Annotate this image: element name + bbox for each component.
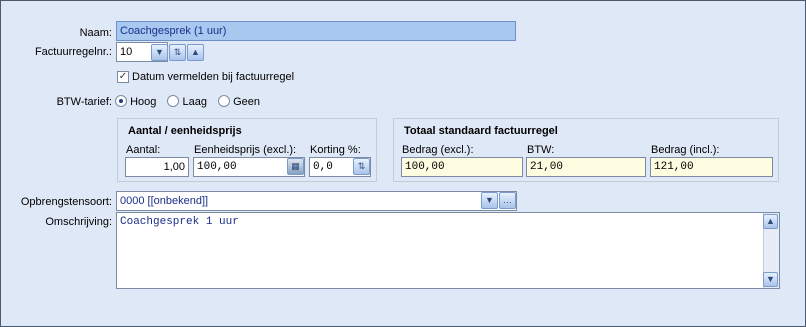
btw-amount-field: 21,00	[526, 157, 646, 177]
btw-tarief-label: BTW-tarief:	[56, 96, 112, 108]
calculator-icon: ▦	[291, 161, 300, 171]
checkmark-icon: ✓	[118, 71, 128, 82]
chevron-down-icon: ▼	[155, 47, 164, 57]
ellipsis-icon: …	[503, 195, 512, 205]
omschrijving-label: Omschrijving:	[45, 216, 112, 228]
scroll-down-button[interactable]: ▼	[763, 272, 778, 287]
scroll-up-button[interactable]: ▲	[763, 214, 778, 229]
korting-label: Korting %:	[310, 144, 361, 156]
chevron-down-icon: ▼	[485, 195, 494, 205]
bedrag-incl-field: 121,00	[650, 157, 773, 177]
radio-icon	[167, 95, 180, 107]
eenheidsprijs-label: Eenheidsprijs (excl.):	[194, 144, 297, 156]
spin-arrows-icon: ⇅	[357, 161, 366, 171]
btw-option-laag[interactable]: Laag	[167, 95, 207, 108]
datum-checkbox[interactable]: ✓	[117, 71, 129, 83]
aantal-label: Aantal:	[126, 144, 161, 156]
btw-option-geen-label: Geen	[233, 96, 261, 108]
scroll-down-icon: ▼	[766, 274, 775, 284]
factuurregelnr-label: Factuurregelnr.:	[34, 46, 112, 58]
opbrengstensoort-label: Opbrengstensoort:	[20, 196, 112, 208]
korting-spin-button[interactable]: ⇅	[353, 158, 370, 175]
bedrag-incl-label: Bedrag (incl.):	[651, 144, 720, 156]
btw-option-laag-label: Laag	[182, 96, 207, 108]
btw-amount-value: 21,00	[530, 161, 564, 173]
chevron-up-icon: ▲	[191, 47, 200, 57]
datum-checkbox-label: Datum vermelden bij factuurregel	[132, 71, 295, 83]
factuurregelnr-dropdown-button[interactable]: ▼	[151, 44, 168, 61]
radio-icon	[218, 95, 231, 107]
factuurregelnr-value: 10	[120, 46, 133, 58]
factuurregelnr-up-button[interactable]: ▲	[187, 44, 204, 61]
omschrijving-value: Coachgesprek 1 uur	[120, 216, 239, 228]
btw-amount-label: BTW:	[527, 144, 555, 156]
scroll-up-icon: ▲	[766, 216, 775, 226]
opbrengstensoort-lookup-button[interactable]: …	[499, 192, 516, 209]
spin-arrows-icon: ⇅	[173, 47, 182, 57]
naam-value: Coachgesprek (1 uur)	[120, 25, 227, 37]
bedrag-excl-field: 100,00	[401, 157, 523, 177]
eenheidsprijs-value: 100,00	[197, 161, 237, 173]
aantal-group-title: Aantal / eenheidsprijs	[128, 125, 242, 137]
opbrengstensoort-select[interactable]: 0000 [[onbekend]]	[116, 191, 517, 211]
bedrag-excl-label: Bedrag (excl.):	[402, 144, 474, 156]
korting-value: 0,0	[313, 161, 333, 173]
calculator-button[interactable]: ▦	[287, 158, 304, 175]
btw-option-geen[interactable]: Geen	[218, 95, 261, 108]
btw-option-hoog-label: Hoog	[130, 96, 157, 108]
bedrag-excl-value: 100,00	[405, 161, 445, 173]
aantal-input[interactable]: 1,00	[125, 157, 189, 177]
opbrengstensoort-value: 0000 [[onbekend]]	[120, 195, 209, 207]
omschrijving-textarea[interactable]: Coachgesprek 1 uur	[116, 212, 780, 289]
btw-radio-group: Hoog Laag Geen	[115, 95, 260, 108]
naam-label: Naam:	[79, 27, 112, 39]
aantal-value: 1,00	[163, 161, 185, 173]
naam-input[interactable]: Coachgesprek (1 uur)	[116, 21, 516, 41]
opbrengstensoort-dropdown-button[interactable]: ▼	[481, 192, 498, 209]
radio-selected-icon	[115, 95, 127, 107]
totaal-group-title: Totaal standaard factuurregel	[404, 125, 558, 137]
btw-option-hoog[interactable]: Hoog	[115, 95, 157, 108]
factuurregelnr-spin-button[interactable]: ⇅	[169, 44, 186, 61]
bedrag-incl-value: 121,00	[654, 161, 694, 173]
